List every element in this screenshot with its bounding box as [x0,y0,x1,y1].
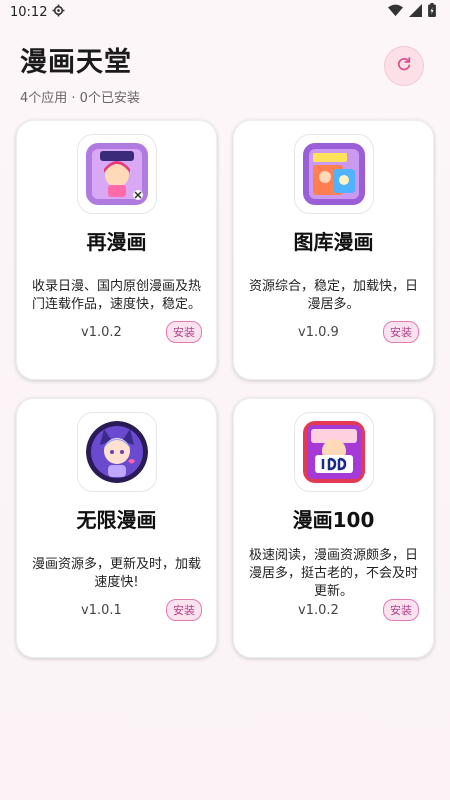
app-description: 极速阅读，漫画资源颇多，日漫居多，挺古老的，不会及时更新。 [248,548,418,599]
refresh-icon [396,56,412,76]
install-button[interactable]: 安装 [383,321,419,343]
app-icon-frame [293,412,374,492]
header: 漫画天堂 4个应用 · 0个已安装 [0,24,450,134]
settings-icon [52,4,65,21]
battery-icon [428,3,436,21]
app-description: 资源综合，稳定，加载快，日漫居多。 [248,279,418,312]
app-version: v1.0.1 [81,602,122,618]
app-version: v1.0.2 [298,602,339,618]
app-icon-frame [293,134,374,214]
zaimanhua-app-icon [85,143,148,205]
status-time: 10:12 [10,4,48,20]
app-grid: 再漫画 收录日漫、国内原创漫画及热门连载作品，速度快，稳定。 v1.0.2 安装… [16,120,434,658]
app-icon-frame [76,134,157,214]
manhua100-app-icon [302,421,365,483]
app-card[interactable]: 图库漫画 资源综合，稳定，加载快，日漫居多。 v1.0.9 安装 [233,120,434,380]
app-card[interactable]: 再漫画 收录日漫、国内原创漫画及热门连载作品，速度快，稳定。 v1.0.2 安装 [16,120,217,380]
refresh-button[interactable] [384,46,424,86]
app-name: 图库漫画 [293,230,374,254]
wuxian-app-icon [85,421,148,483]
app-description: 漫画资源多，更新及时，加载速度快! [31,557,201,590]
app-name: 无限漫画 [76,508,157,532]
app-card[interactable]: 无限漫画 漫画资源多，更新及时，加载速度快! v1.0.1 安装 [16,398,217,658]
status-bar: 10:12 [0,0,450,24]
app-count-subtitle: 4个应用 · 0个已安装 [20,91,140,106]
tuku-app-icon [302,143,365,205]
signal-icon [409,3,422,21]
install-button[interactable]: 安装 [383,599,419,621]
app-version: v1.0.9 [298,324,339,340]
app-description: 收录日漫、国内原创漫画及热门连载作品，速度快，稳定。 [31,279,201,312]
install-button[interactable]: 安装 [166,599,202,621]
wifi-icon [388,4,403,21]
page-title: 漫画天堂 [20,47,132,78]
app-name: 再漫画 [86,230,147,254]
app-icon-frame [76,412,157,492]
install-button[interactable]: 安装 [166,321,202,343]
app-card[interactable]: 漫画100 极速阅读，漫画资源颇多，日漫居多，挺古老的，不会及时更新。 v1.0… [233,398,434,658]
app-name: 漫画100 [292,508,375,532]
app-version: v1.0.2 [81,324,122,340]
